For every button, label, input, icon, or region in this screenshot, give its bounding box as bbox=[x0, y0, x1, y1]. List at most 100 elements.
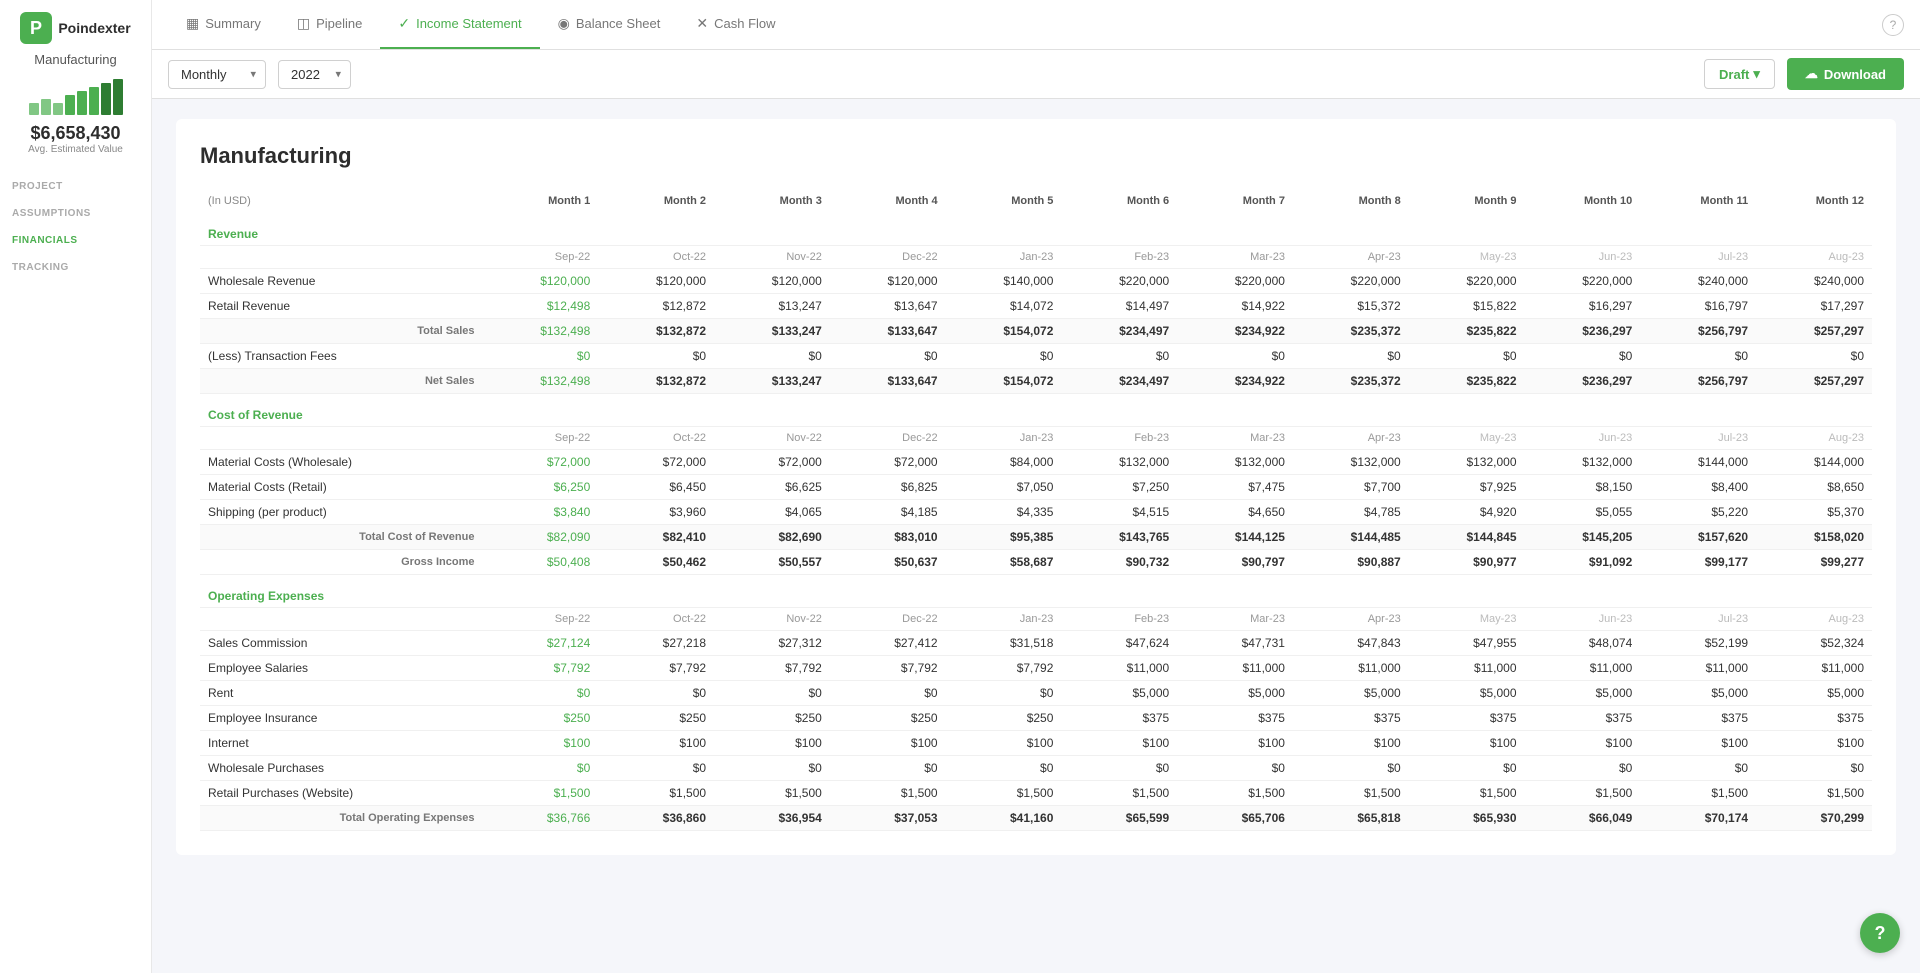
gi-m7: $90,797 bbox=[1177, 550, 1293, 575]
rent-m8: $5,000 bbox=[1293, 681, 1409, 706]
sc-m3: $27,312 bbox=[714, 631, 830, 656]
internet-row: Internet $100 $100 $100 $100 $100 $100 $… bbox=[200, 731, 1872, 756]
ei-m1: $250 bbox=[482, 706, 598, 731]
nav-assumptions[interactable]: ASSUMPTIONS bbox=[0, 202, 151, 223]
total-cor-row: Total Cost of Revenue $82,090 $82,410 $8… bbox=[200, 525, 1872, 550]
top-tabs: ▦ Summary ◫ Pipeline ✓ Income Statement … bbox=[152, 0, 1920, 50]
tf-m5: $0 bbox=[946, 344, 1062, 369]
nav-project[interactable]: PROJECT bbox=[0, 175, 151, 196]
gi-m5: $58,687 bbox=[946, 550, 1062, 575]
sc-m8: $47,843 bbox=[1293, 631, 1409, 656]
date-jan23: Jan-23 bbox=[946, 246, 1062, 269]
period-select[interactable]: Monthly Quarterly Annually bbox=[168, 60, 266, 89]
toolbar: Monthly Quarterly Annually 2020 2021 202… bbox=[152, 50, 1920, 99]
rr-m11: $16,797 bbox=[1640, 294, 1756, 319]
mini-chart bbox=[29, 79, 123, 115]
ns-m6: $234,497 bbox=[1061, 369, 1177, 394]
date-may23: May-23 bbox=[1409, 246, 1525, 269]
total-sales-label: Total Sales bbox=[200, 319, 482, 344]
mcr-m7: $7,475 bbox=[1177, 475, 1293, 500]
retail-revenue-row: Retail Revenue $12,498 $12,872 $13,247 $… bbox=[200, 294, 1872, 319]
sh-m1: $3,840 bbox=[482, 500, 598, 525]
tab-cash-flow[interactable]: ✕ Cash Flow bbox=[678, 0, 793, 49]
ei-m9: $375 bbox=[1409, 706, 1525, 731]
wr-m4: $120,000 bbox=[830, 269, 946, 294]
sc-m4: $27,412 bbox=[830, 631, 946, 656]
toe-m5: $41,160 bbox=[946, 806, 1062, 831]
help-button[interactable]: ? bbox=[1882, 14, 1904, 36]
ei-m4: $250 bbox=[830, 706, 946, 731]
floating-help-button[interactable]: ? bbox=[1860, 913, 1900, 953]
mini-bar bbox=[101, 83, 111, 115]
draft-button[interactable]: Draft ▾ bbox=[1704, 59, 1775, 89]
pipeline-icon: ◫ bbox=[297, 15, 310, 32]
gi-m1: $50,408 bbox=[482, 550, 598, 575]
rp-m11: $1,500 bbox=[1640, 781, 1756, 806]
mcw-m10: $132,000 bbox=[1525, 450, 1641, 475]
tab-summary[interactable]: ▦ Summary bbox=[168, 0, 279, 49]
rent-m6: $5,000 bbox=[1061, 681, 1177, 706]
mcr-label: Material Costs (Retail) bbox=[200, 475, 482, 500]
date-apr23: Apr-23 bbox=[1293, 246, 1409, 269]
ns-m9: $235,822 bbox=[1409, 369, 1525, 394]
tf-m6: $0 bbox=[1061, 344, 1177, 369]
gross-income-row: Gross Income $50,408 $50,462 $50,557 $50… bbox=[200, 550, 1872, 575]
tcor-m9: $144,845 bbox=[1409, 525, 1525, 550]
financial-table: (In USD) Month 1 Month 2 Month 3 Month 4… bbox=[200, 189, 1872, 831]
int-m1: $100 bbox=[482, 731, 598, 756]
cor-label: Cost of Revenue bbox=[200, 394, 482, 427]
gi-m2: $50,462 bbox=[598, 550, 714, 575]
mcr-m8: $7,700 bbox=[1293, 475, 1409, 500]
ts-m12: $257,297 bbox=[1756, 319, 1872, 344]
main-content: ▦ Summary ◫ Pipeline ✓ Income Statement … bbox=[152, 0, 1920, 973]
tab-pipeline[interactable]: ◫ Pipeline bbox=[279, 0, 381, 49]
rent-m12: $5,000 bbox=[1756, 681, 1872, 706]
sales-commission-label: Sales Commission bbox=[200, 631, 482, 656]
mini-bar bbox=[29, 103, 39, 115]
toe-m8: $65,818 bbox=[1293, 806, 1409, 831]
int-m7: $100 bbox=[1177, 731, 1293, 756]
rp-m2: $1,500 bbox=[598, 781, 714, 806]
opex-dates-row: Sep-22Oct-22Nov-22Dec-22Jan-23Feb-23Mar-… bbox=[200, 608, 1872, 631]
tcor-m7: $144,125 bbox=[1177, 525, 1293, 550]
toe-m1: $36,766 bbox=[482, 806, 598, 831]
company-name: Manufacturing bbox=[34, 52, 116, 67]
download-button[interactable]: ☁ Download bbox=[1787, 58, 1904, 90]
rp-m8: $1,500 bbox=[1293, 781, 1409, 806]
rent-m11: $5,000 bbox=[1640, 681, 1756, 706]
report-content: Manufacturing (In USD) Month 1 Month 2 M… bbox=[152, 99, 1920, 973]
ei-m6: $375 bbox=[1061, 706, 1177, 731]
wp-m5: $0 bbox=[946, 756, 1062, 781]
gi-m4: $50,637 bbox=[830, 550, 946, 575]
nav-label-financials: FINANCIALS bbox=[12, 229, 139, 250]
tcor-m11: $157,620 bbox=[1640, 525, 1756, 550]
rent-m4: $0 bbox=[830, 681, 946, 706]
rp-m9: $1,500 bbox=[1409, 781, 1525, 806]
es-m3: $7,792 bbox=[714, 656, 830, 681]
employee-insurance-row: Employee Insurance $250 $250 $250 $250 $… bbox=[200, 706, 1872, 731]
nav-tracking[interactable]: TRACKING bbox=[0, 256, 151, 277]
year-select[interactable]: 2020 2021 2022 2023 bbox=[278, 60, 351, 89]
tab-income-statement[interactable]: ✓ Income Statement bbox=[380, 0, 539, 49]
period-select-wrapper[interactable]: Monthly Quarterly Annually bbox=[168, 60, 266, 89]
retail-label: Retail Revenue bbox=[200, 294, 482, 319]
ns-m12: $257,297 bbox=[1756, 369, 1872, 394]
ns-m10: $236,297 bbox=[1525, 369, 1641, 394]
int-m10: $100 bbox=[1525, 731, 1641, 756]
wr-m7: $220,000 bbox=[1177, 269, 1293, 294]
mcw-m9: $132,000 bbox=[1409, 450, 1525, 475]
tcor-m4: $83,010 bbox=[830, 525, 946, 550]
mcw-m6: $132,000 bbox=[1061, 450, 1177, 475]
rr-m4: $13,647 bbox=[830, 294, 946, 319]
year-select-wrapper[interactable]: 2020 2021 2022 2023 bbox=[278, 60, 351, 89]
tab-balance-sheet[interactable]: ◉ Balance Sheet bbox=[540, 0, 679, 49]
total-opex-row: Total Operating Expenses $36,766 $36,860… bbox=[200, 806, 1872, 831]
gi-m6: $90,732 bbox=[1061, 550, 1177, 575]
net-sales-row: Net Sales $132,498 $132,872 $133,247 $13… bbox=[200, 369, 1872, 394]
tcor-m8: $144,485 bbox=[1293, 525, 1409, 550]
nav-financials[interactable]: FINANCIALS bbox=[0, 229, 151, 250]
cashflow-icon: ✕ bbox=[696, 15, 708, 32]
retail-purchases-label: Retail Purchases (Website) bbox=[200, 781, 482, 806]
col-month4: Month 4 bbox=[830, 189, 946, 213]
int-m3: $100 bbox=[714, 731, 830, 756]
